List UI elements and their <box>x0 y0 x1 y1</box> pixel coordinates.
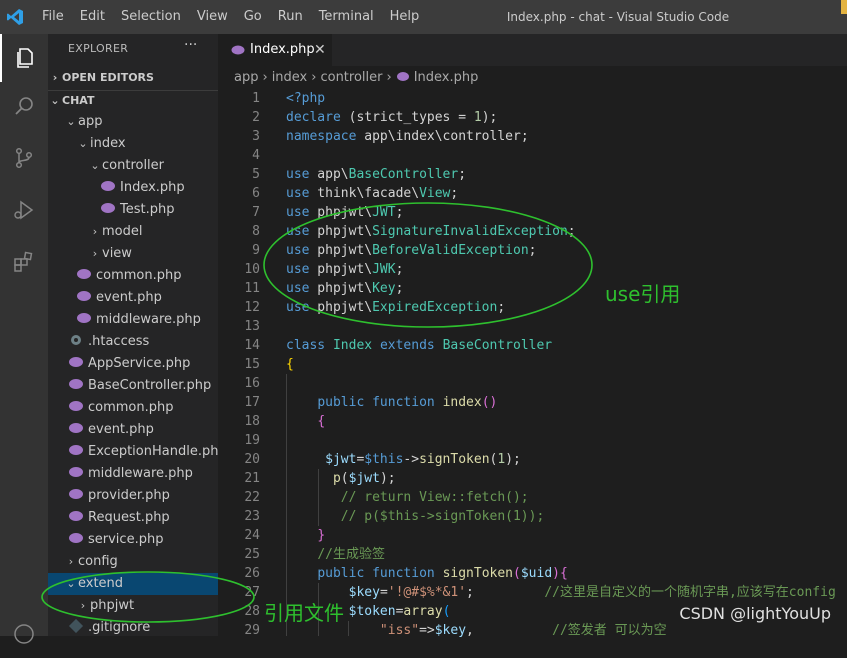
extend-highlight-ellipse <box>41 571 255 623</box>
use-highlight-ellipse <box>263 202 593 328</box>
file-annotation-label: 引用文件 <box>264 601 344 625</box>
use-annotation-label: use引用 <box>605 282 681 306</box>
annotation-layer <box>41 202 593 623</box>
watermark: CSDN @lightYouUp <box>679 604 831 623</box>
